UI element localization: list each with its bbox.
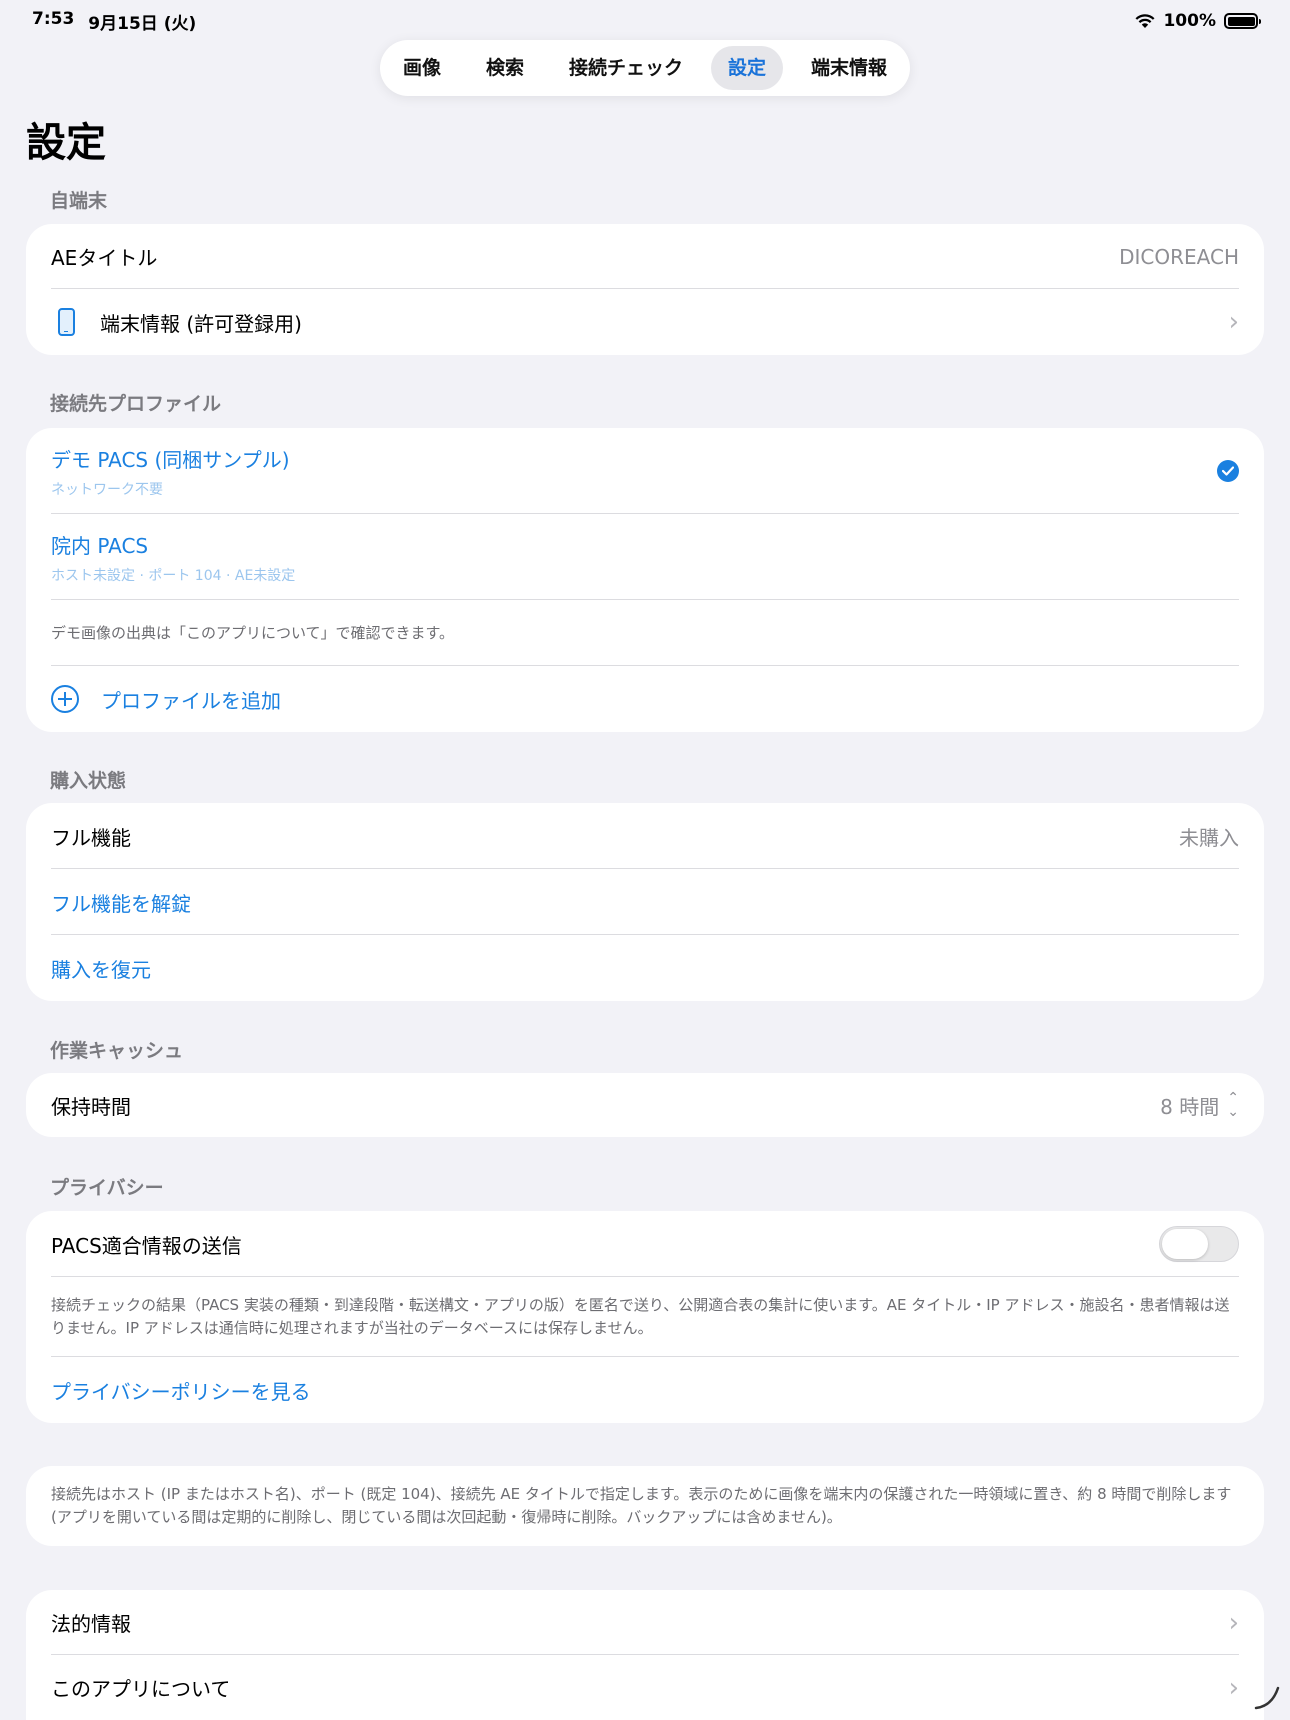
page-title: 設定 <box>26 120 106 166</box>
battery-percent: 100% <box>1163 11 1216 31</box>
status-time: 7:53 <box>32 8 75 29</box>
add-profile-button[interactable]: プロファイルを追加 <box>26 666 1264 732</box>
section-header-purchase: 購入状態 <box>50 770 127 792</box>
profile-detail: ホスト未設定 · ポート 104 · AE未設定 <box>51 567 296 584</box>
unlock-button[interactable]: フル機能を解錠 <box>26 869 1264 935</box>
tab-settings[interactable]: 設定 <box>710 46 783 90</box>
plus-circle-icon <box>51 685 79 713</box>
section-header-profiles: 接続先プロファイル <box>50 393 222 415</box>
retention-label: 保持時間 <box>51 1094 131 1119</box>
full-feature-row: フル機能 未購入 <box>26 803 1264 869</box>
about-app-row[interactable]: このアプリについて › <box>26 1655 1264 1720</box>
status-bar: 7:53 9月15日 (火) 100% <box>0 0 1290 42</box>
about-app-label: このアプリについて <box>51 1677 231 1701</box>
section-header-device: 自端末 <box>50 190 108 212</box>
chevron-right-icon: › <box>1228 1607 1239 1638</box>
device-card: AEタイトル DICOREACH 端末情報 (許可登録用) › <box>26 224 1264 355</box>
resize-handle-icon[interactable] <box>1252 1682 1282 1712</box>
ae-title-row[interactable]: AEタイトル DICOREACH <box>26 224 1264 289</box>
wifi-icon <box>1135 13 1155 29</box>
full-feature-status: 未購入 <box>1179 825 1239 850</box>
top-tab-bar: 画像 検索 接続チェック 設定 端末情報 <box>380 40 910 96</box>
status-right: 100% <box>1135 11 1261 31</box>
profile-row-demo[interactable]: デモ PACS (同梱サンプル) ネットワーク不要 <box>26 428 1264 514</box>
restore-purchase-button[interactable]: 購入を復元 <box>26 935 1264 1001</box>
profiles-note: デモ画像の出典は「このアプリについて」で確認できます。 <box>51 623 455 642</box>
send-info-row: PACS適合情報の送信 <box>26 1211 1264 1277</box>
profile-detail: ネットワーク不要 <box>51 481 163 498</box>
device-info-label: 端末情報 (許可登録用) <box>100 311 302 336</box>
add-profile-label: プロファイルを追加 <box>101 688 281 713</box>
unlock-label: フル機能を解錠 <box>51 891 191 916</box>
device-info-row[interactable]: 端末情報 (許可登録用) › <box>26 289 1264 355</box>
send-info-toggle[interactable] <box>1159 1226 1239 1262</box>
purchase-card: フル機能 未購入 フル機能を解錠 購入を復元 <box>26 803 1264 1001</box>
profile-text: デモ PACS (同梱サンプル) ネットワーク不要 <box>51 444 290 499</box>
tab-images[interactable]: 画像 <box>386 46 458 90</box>
status-date: 9月15日 (火) <box>88 13 197 34</box>
restore-label: 購入を復元 <box>51 957 151 982</box>
profiles-note-row: デモ画像の出典は「このアプリについて」で確認できます。 <box>26 600 1264 666</box>
section-header-privacy: プライバシー <box>50 1177 164 1199</box>
tab-search[interactable]: 検索 <box>469 46 541 90</box>
legal-card: 法的情報 › このアプリについて › <box>26 1590 1264 1720</box>
tab-device-info[interactable]: 端末情報 <box>794 46 904 90</box>
ae-title-value: DICOREACH <box>1119 244 1239 269</box>
chevron-right-icon: › <box>1228 1672 1239 1703</box>
privacy-card: PACS適合情報の送信 接続チェックの結果（PACS 実装の種類・到達段階・転送… <box>26 1211 1264 1423</box>
privacy-note: 接続チェックの結果（PACS 実装の種類・到達段階・転送構文・アプリの版）を匿名… <box>51 1296 1230 1337</box>
retention-row[interactable]: 保持時間 8 時間 ⌃ ⌄ <box>26 1073 1264 1137</box>
legal-info-row[interactable]: 法的情報 › <box>26 1590 1264 1655</box>
privacy-note-row: 接続チェックの結果（PACS 実装の種類・到達段階・転送構文・アプリの版）を匿名… <box>26 1277 1264 1357</box>
checkmark-icon <box>1217 460 1239 482</box>
status-left: 7:53 9月15日 (火) <box>32 9 196 34</box>
privacy-policy-link[interactable]: プライバシーポリシーを見る <box>26 1357 1264 1423</box>
chevron-right-icon: › <box>1228 307 1239 337</box>
full-feature-label: フル機能 <box>51 825 131 850</box>
tab-connection-check[interactable]: 接続チェック <box>552 46 700 90</box>
iphone-icon <box>58 308 75 336</box>
battery-icon <box>1224 13 1261 29</box>
profile-name: 院内 PACS <box>51 533 149 558</box>
chevron-up-down-icon: ⌃ ⌄ <box>1227 1090 1239 1120</box>
send-info-label: PACS適合情報の送信 <box>51 1233 242 1258</box>
legal-info-label: 法的情報 <box>51 1612 131 1636</box>
profile-row-hospital[interactable]: 院内 PACS ホスト未設定 · ポート 104 · AE未設定 <box>26 514 1264 600</box>
retention-value: 8 時間 <box>1160 1094 1220 1119</box>
info-note: 接続先はホスト (IP またはホスト名)、ポート (既定 104)、接続先 AE… <box>51 1485 1232 1526</box>
ae-title-label: AEタイトル <box>51 246 158 270</box>
cache-card: 保持時間 8 時間 ⌃ ⌄ <box>26 1073 1264 1137</box>
profile-text: 院内 PACS ホスト未設定 · ポート 104 · AE未設定 <box>51 530 295 585</box>
profile-name: デモ PACS (同梱サンプル) <box>51 447 290 472</box>
section-header-cache: 作業キャッシュ <box>50 1040 184 1062</box>
privacy-policy-label: プライバシーポリシーを見る <box>51 1379 311 1404</box>
profiles-card: デモ PACS (同梱サンプル) ネットワーク不要 院内 PACS ホスト未設定… <box>26 428 1264 732</box>
info-note-card: 接続先はホスト (IP またはホスト名)、ポート (既定 104)、接続先 AE… <box>26 1466 1264 1546</box>
